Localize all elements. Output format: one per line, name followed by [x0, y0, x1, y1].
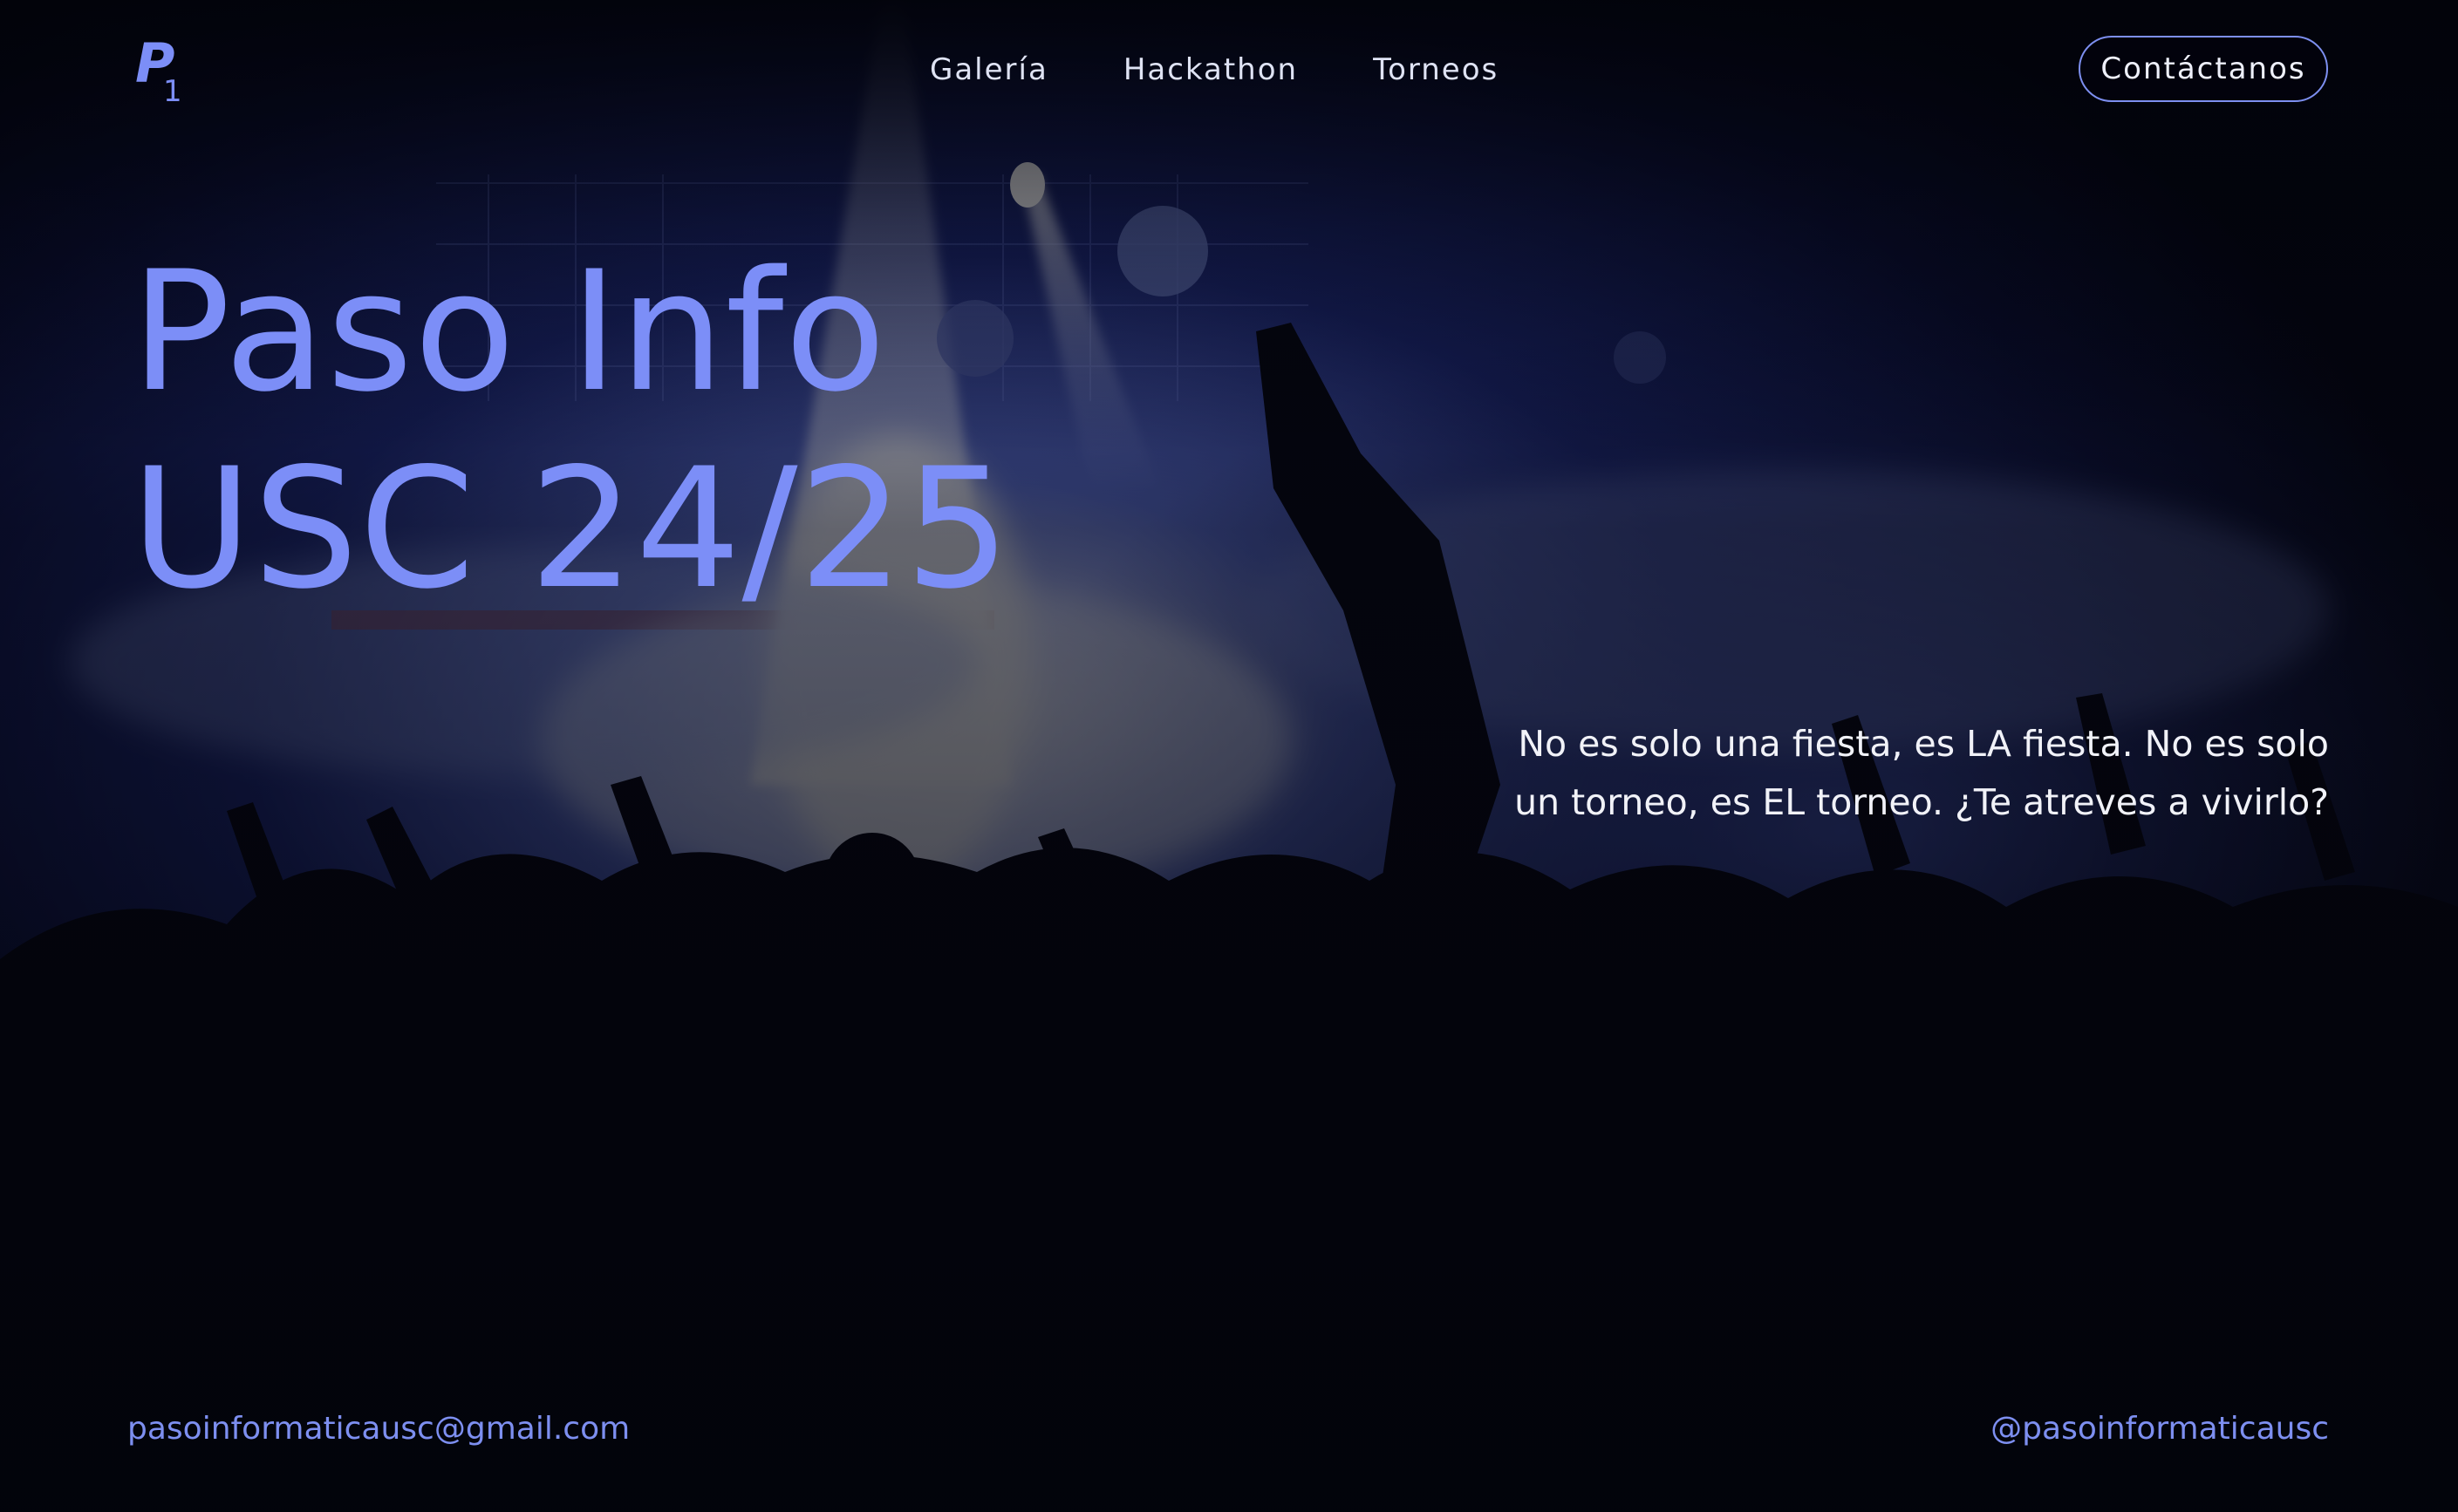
hero-title-line-2: USC 24/25 — [131, 432, 1012, 625]
logo-subscript: 1 — [163, 74, 182, 106]
contact-email-link[interactable]: pasoinformaticausc@gmail.com — [127, 1411, 630, 1447]
hero-title-line-1: Paso Info — [131, 235, 887, 428]
nav-item-torneos[interactable]: Torneos — [1373, 45, 1499, 94]
contact-button[interactable]: Contáctanos — [2079, 36, 2328, 102]
p1-logo-icon: P 1 — [135, 31, 182, 109]
hero-tagline: No es solo una fiesta, es LA fiesta. No … — [1514, 723, 2329, 823]
social-handle-link[interactable]: @pasoinformaticausc — [1990, 1411, 2329, 1447]
landing-page: P 1 Galería Hackathon Torneos Contáctano… — [0, 0, 2458, 1512]
brand-logo[interactable]: P 1 — [135, 31, 198, 109]
nav-item-hackathon[interactable]: Hackathon — [1123, 45, 1298, 94]
hero-title: Paso Info USC 24/25 — [131, 234, 1011, 628]
main-nav: Galería Hackathon Torneos — [930, 45, 1499, 94]
nav-item-galeria[interactable]: Galería — [930, 45, 1048, 94]
